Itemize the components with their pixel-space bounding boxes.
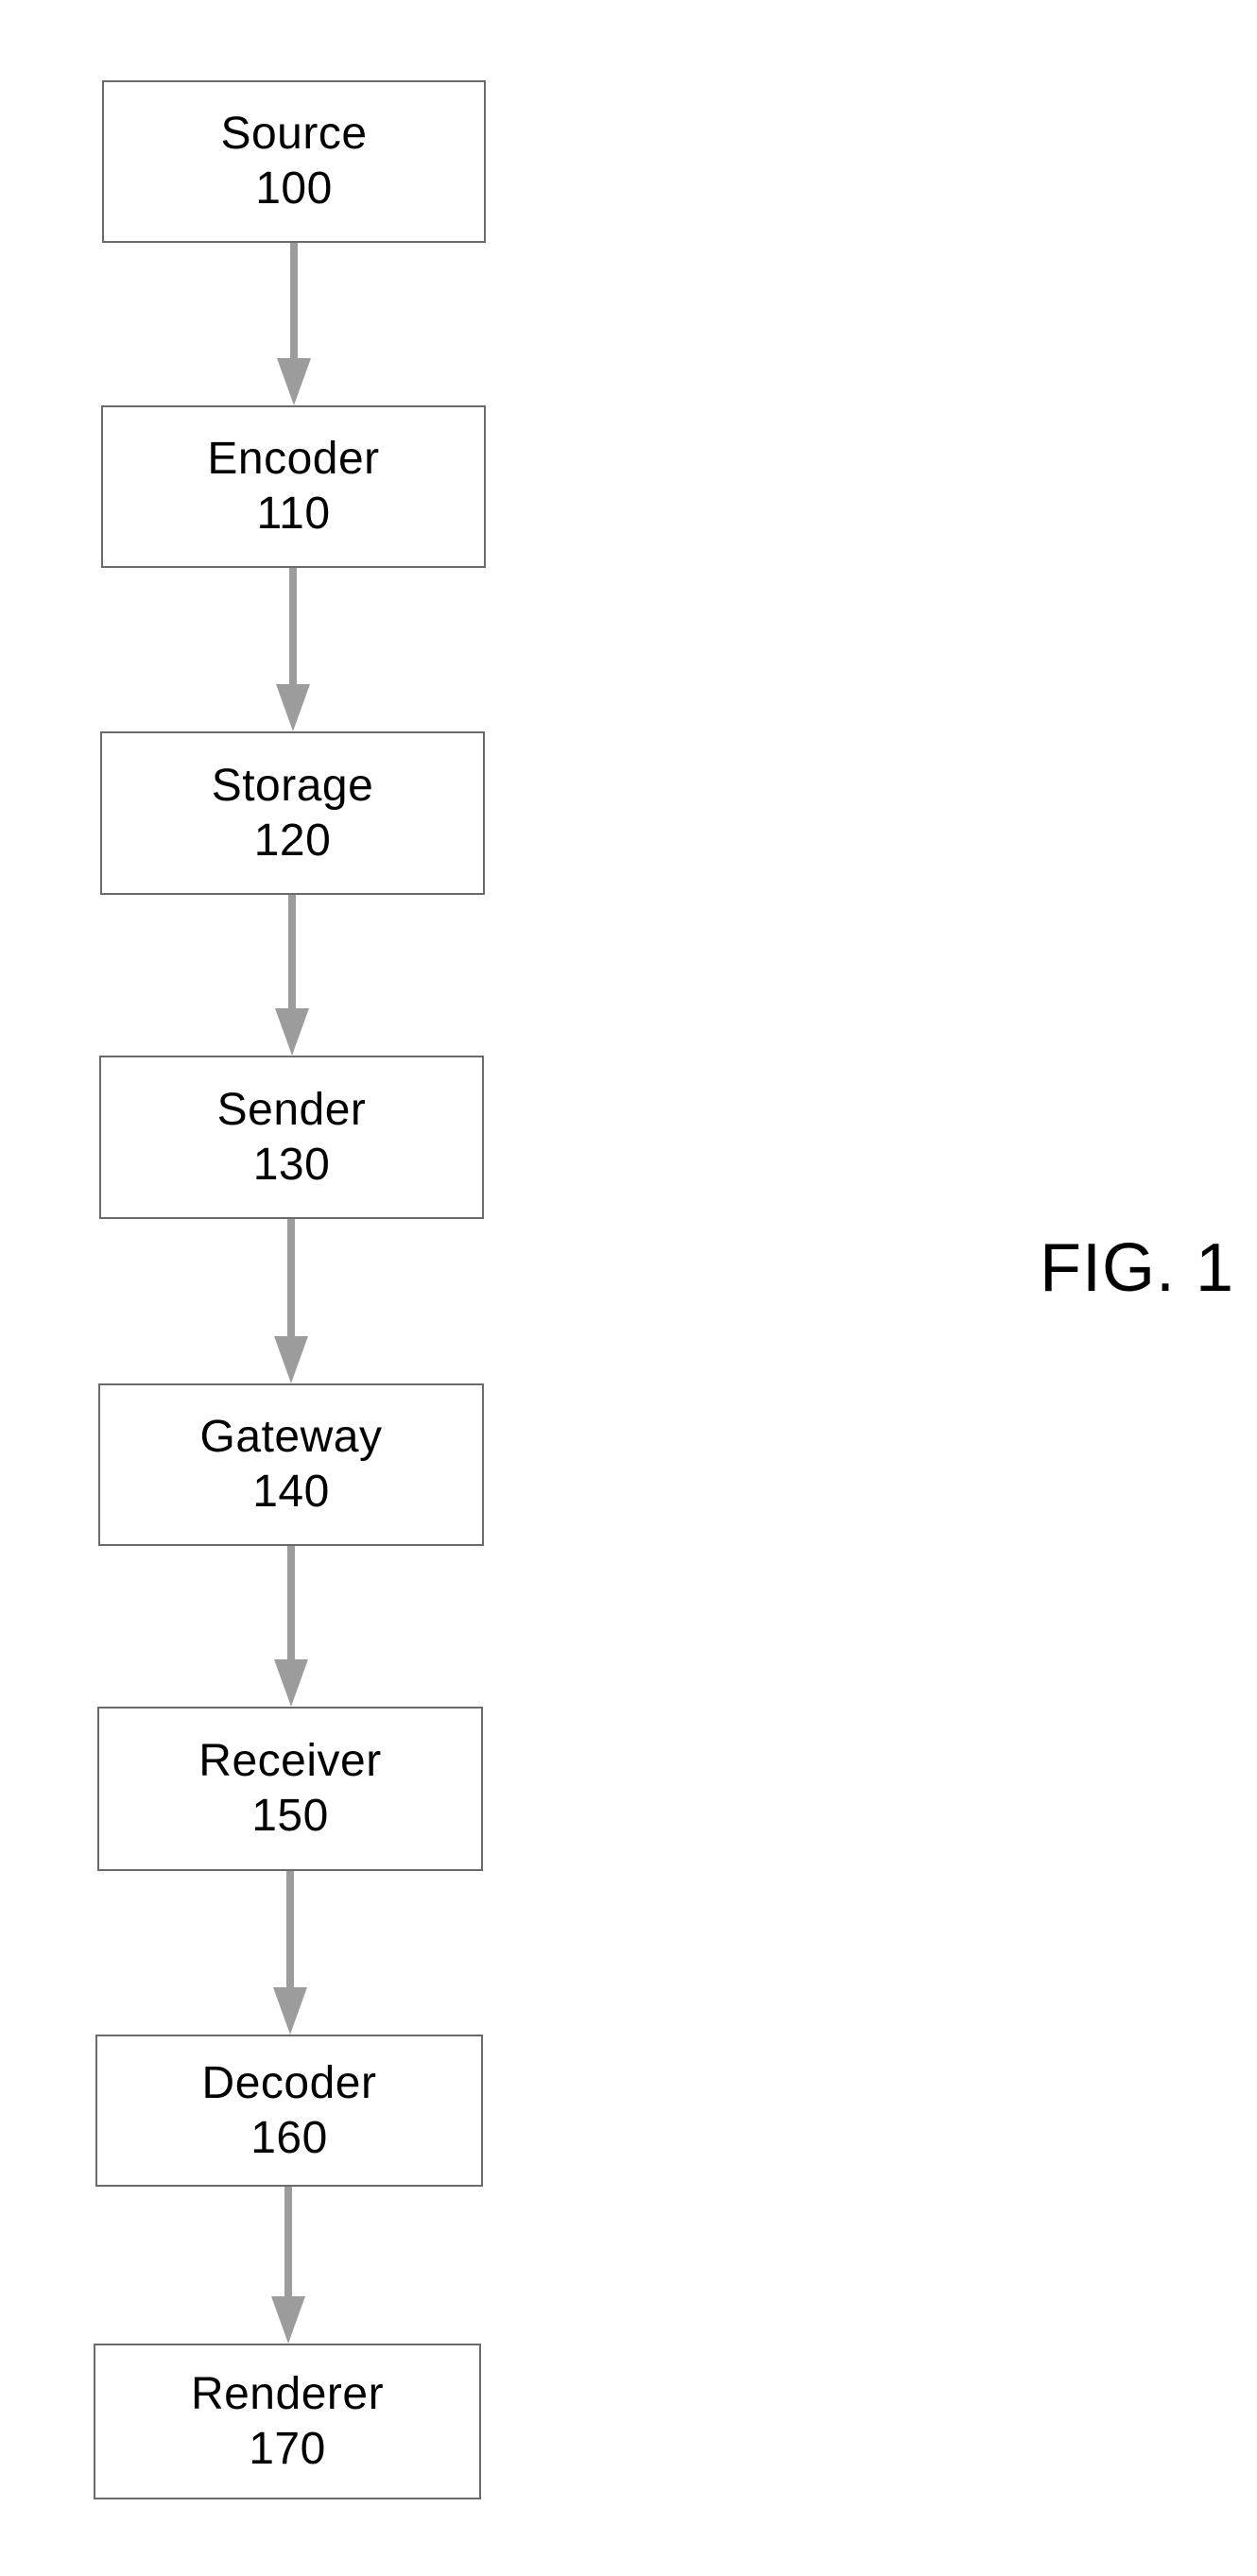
arrow-head (274, 1336, 308, 1383)
node-name: Sender (216, 1084, 367, 1135)
arrow-130-to-140 (274, 1219, 308, 1383)
node-decoder: Decoder 160 (95, 2035, 483, 2187)
arrow-100-to-110 (277, 243, 311, 405)
arrow-110-to-120 (276, 568, 310, 731)
arrow-head (273, 1987, 307, 2035)
arrow-150-to-160 (273, 1871, 307, 2035)
node-ref-number: 100 (255, 163, 333, 214)
node-ref-number: 160 (250, 2112, 328, 2163)
arrow-shaft (284, 2187, 292, 2298)
node-ref-number: 140 (252, 1467, 330, 1517)
arrow-shaft (290, 243, 298, 360)
node-receiver: Receiver 150 (97, 1707, 483, 1871)
node-name: Receiver (198, 1736, 382, 1786)
arrow-160-to-170 (271, 2187, 305, 2344)
node-ref-number: 120 (253, 815, 332, 866)
arrow-head (271, 2296, 305, 2344)
node-ref-number: 110 (256, 489, 331, 539)
figure-label: FIG. 1 (1040, 1230, 1235, 1306)
node-ref-number: 150 (251, 1791, 329, 1841)
node-gateway: Gateway 140 (98, 1383, 484, 1546)
node-name: Decoder (201, 2057, 377, 2108)
arrow-140-to-150 (274, 1546, 308, 1707)
arrow-120-to-130 (275, 895, 309, 1056)
node-name: Gateway (199, 1412, 383, 1462)
arrow-shaft (288, 895, 296, 1010)
node-encoder: Encoder 110 (101, 405, 486, 568)
arrow-shaft (287, 1219, 295, 1338)
node-name: Source (220, 109, 368, 159)
arrow-shaft (286, 1871, 294, 1989)
arrow-head (275, 1008, 309, 1056)
node-name: Renderer (190, 2368, 385, 2419)
arrow-head (276, 684, 310, 731)
node-storage: Storage 120 (100, 731, 485, 895)
node-source: Source 100 (102, 80, 486, 243)
arrow-shaft (289, 568, 297, 686)
node-name: Encoder (207, 434, 380, 484)
arrow-head (274, 1659, 308, 1707)
arrow-shaft (287, 1546, 295, 1661)
node-ref-number: 130 (252, 1139, 331, 1190)
node-sender: Sender 130 (99, 1056, 484, 1219)
arrow-head (277, 358, 311, 405)
node-name: Storage (211, 760, 374, 811)
node-ref-number: 170 (249, 2423, 326, 2474)
node-renderer: Renderer 170 (94, 2344, 481, 2499)
